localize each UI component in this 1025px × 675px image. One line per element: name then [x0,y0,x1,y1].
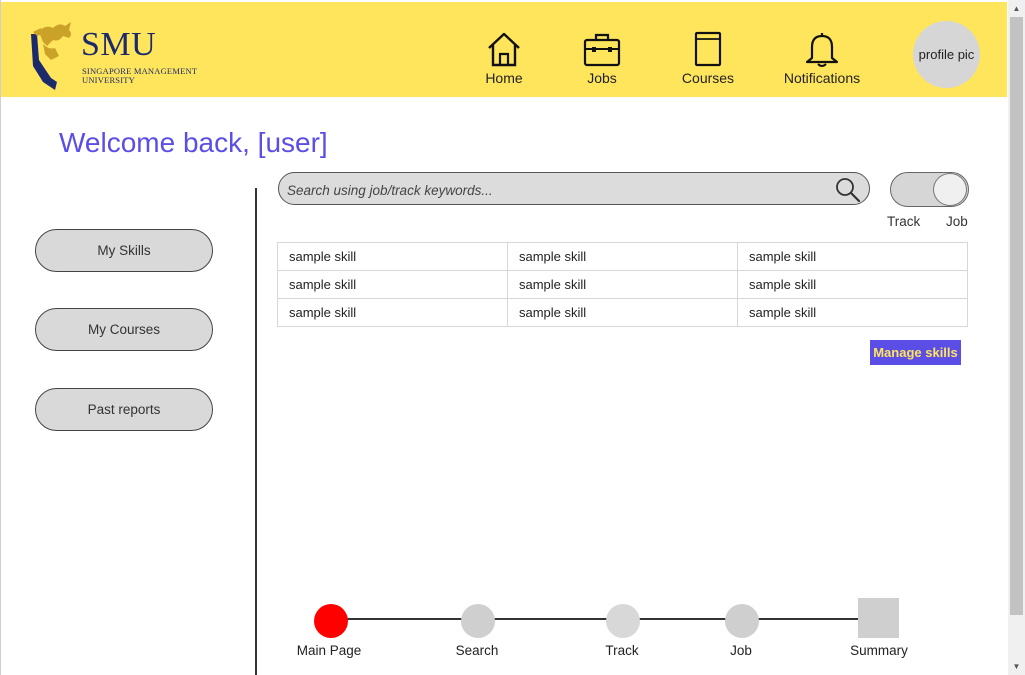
step-main-page-label[interactable]: Main Page [279,643,379,658]
nav-jobs[interactable]: Jobs [572,30,632,92]
past-reports-button[interactable]: Past reports [35,388,213,431]
step-track-label[interactable]: Track [572,643,672,658]
skill-cell: sample skill [277,242,508,271]
step-summary-square[interactable] [858,598,899,638]
nav-courses[interactable]: Courses [677,30,739,92]
logo-subtext-line2: UNIVERSITY [82,75,135,85]
skill-cell: sample skill [737,242,968,271]
vertical-scrollbar[interactable]: ▲ ▼ [1008,0,1025,675]
lion-crest-icon [31,22,71,90]
nav-home[interactable]: Home [474,30,534,92]
step-search-label[interactable]: Search [427,643,527,658]
toggle-knob [933,173,967,206]
toggle-label-track: Track [887,214,921,229]
search-bar [278,172,870,205]
table-row: sample skill sample skill sample skill [277,270,968,299]
table-row: sample skill sample skill sample skill [277,242,968,271]
step-job-label[interactable]: Job [691,643,791,658]
skill-cell: sample skill [277,298,508,327]
skills-table: sample skill sample skill sample skill s… [277,242,968,327]
logo-wordmark: SMU [81,26,157,63]
search-icon[interactable] [835,177,861,203]
top-header: SMU SINGAPORE MANAGEMENT UNIVERSITY Home… [1,2,1007,97]
briefcase-icon [583,33,621,67]
nav-home-label: Home [485,70,523,86]
skill-cell: sample skill [507,270,738,299]
scroll-up-arrow-icon[interactable]: ▲ [1008,0,1025,17]
scroll-thumb[interactable] [1010,17,1023,615]
logo-subtext: SINGAPORE MANAGEMENT UNIVERSITY [82,67,197,85]
book-icon [694,31,722,67]
step-main-page-dot[interactable] [314,604,348,638]
step-summary-label[interactable]: Summary [829,643,929,658]
scroll-down-arrow-icon[interactable]: ▼ [1008,658,1025,675]
step-job-dot[interactable] [725,604,759,638]
nav-notifications[interactable]: Notifications [780,30,864,92]
skill-cell: sample skill [737,270,968,299]
step-search-dot[interactable] [461,604,495,638]
home-icon [488,32,520,67]
my-courses-button[interactable]: My Courses [35,308,213,351]
table-row: sample skill sample skill sample skill [277,298,968,327]
skill-cell: sample skill [737,298,968,327]
vertical-divider [255,188,257,675]
skill-cell: sample skill [507,242,738,271]
profile-picture[interactable]: profile pic [913,21,980,88]
skill-cell: sample skill [507,298,738,327]
nav-jobs-label: Jobs [587,70,617,86]
manage-skills-button[interactable]: Manage skills [870,340,961,365]
welcome-heading: Welcome back, [user] [59,127,328,158]
nav-courses-label: Courses [681,70,735,86]
nav-notifications-label: Notifications [783,70,861,86]
progress-line [330,618,878,620]
step-track-dot[interactable] [606,604,640,638]
my-skills-button[interactable]: My Skills [35,229,213,272]
track-job-toggle[interactable] [890,172,969,207]
smu-logo[interactable]: SMU SINGAPORE MANAGEMENT UNIVERSITY [29,20,219,90]
toggle-label-job: Job [946,214,968,229]
skill-cell: sample skill [277,270,508,299]
bell-icon [805,33,839,67]
search-input[interactable] [285,178,829,202]
